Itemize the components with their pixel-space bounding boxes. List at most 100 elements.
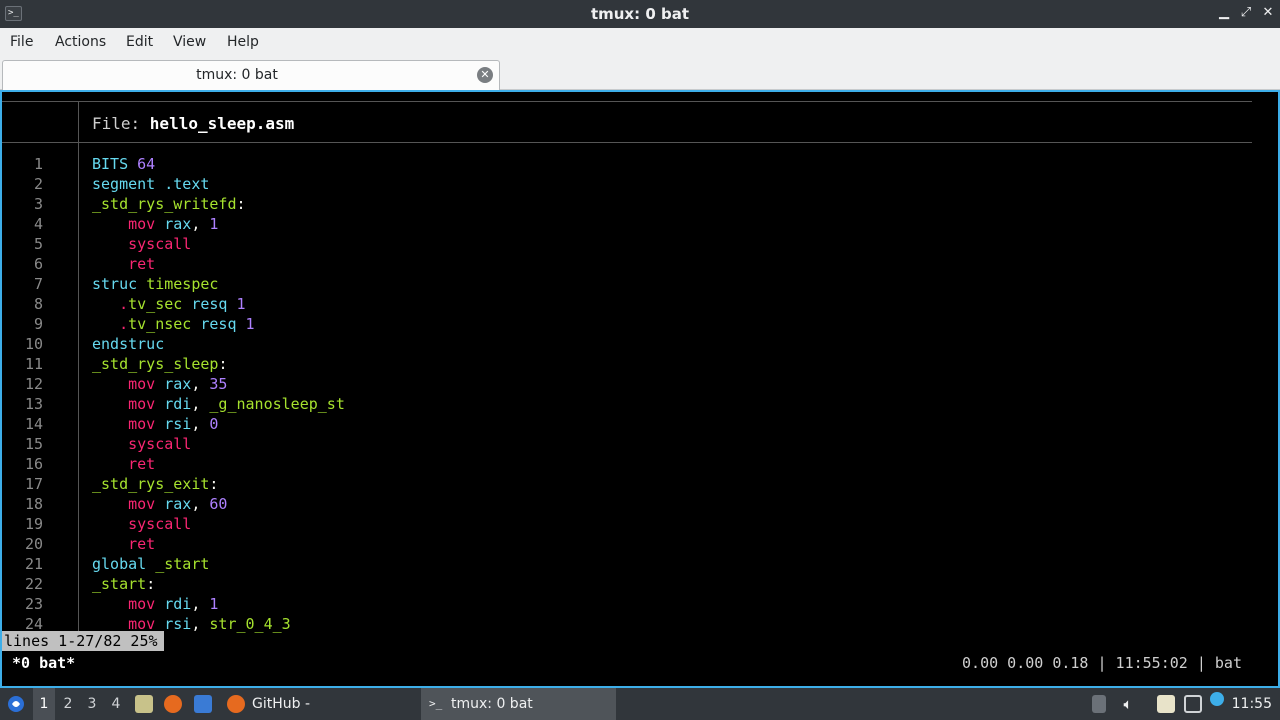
code-token: rax <box>155 375 192 393</box>
code-token: str_0_4_3 <box>209 615 291 633</box>
menu-help[interactable]: Help <box>227 34 259 50</box>
code-line: 4 mov rax, 1 <box>2 214 1242 234</box>
code-token: . <box>119 315 129 333</box>
line-number: 16 <box>24 455 43 473</box>
line-number: 18 <box>24 495 43 513</box>
line-number: 10 <box>24 335 43 353</box>
code-token: 1 <box>209 595 219 613</box>
code-token: segment .text <box>92 175 210 193</box>
minimize-icon[interactable]: ▁ <box>1216 5 1232 21</box>
code-token: _std_rys_sleep <box>92 355 219 373</box>
line-number: 2 <box>33 175 43 193</box>
code-text: mov rsi, 0 <box>92 414 218 434</box>
tab-bar: tmux: 0 bat ✕ <box>0 58 1280 90</box>
code-text: mov rdi, _g_nanosleep_st <box>92 394 345 414</box>
code-token: mov <box>128 595 156 613</box>
task-tmux[interactable]: >_ tmux: 0 bat <box>421 688 616 720</box>
code-token: mov <box>128 415 156 433</box>
tab-label: tmux: 0 bat <box>196 67 278 83</box>
code-token: _start <box>92 575 147 593</box>
line-number: 1 <box>33 155 43 173</box>
line-number: 13 <box>24 395 43 413</box>
desktop-2-button[interactable]: 2 <box>57 688 79 720</box>
show-desktop-icon[interactable] <box>194 695 212 713</box>
close-window-icon[interactable]: ✕ <box>1260 5 1276 21</box>
code-line: 18 mov rax, 60 <box>2 494 1242 514</box>
clock[interactable]: 11:55 <box>1232 688 1272 720</box>
task-github[interactable]: GitHub - Peltoche/lsd:... <box>222 688 418 720</box>
desktop-1-button[interactable]: 1 <box>33 688 55 720</box>
line-number: 9 <box>33 315 43 333</box>
pager-status: lines 1-27/82 25% <box>2 631 164 651</box>
code-token: rax <box>155 495 192 513</box>
code-token: , <box>191 395 210 413</box>
code-text: syscall <box>92 234 191 254</box>
code-token: syscall <box>128 435 192 453</box>
code-token: _start <box>155 555 210 573</box>
code-line: 5 syscall <box>2 234 1242 254</box>
code-token: struc <box>92 275 147 293</box>
start-menu-button[interactable] <box>4 688 28 720</box>
code-text: _std_rys_sleep: <box>92 354 227 374</box>
terminal-icon: >_ <box>429 697 443 710</box>
code-token: , <box>191 595 210 613</box>
code-token: mov <box>128 395 156 413</box>
code-token: endstruc <box>92 335 165 353</box>
code-token: , <box>191 615 210 633</box>
code-text: syscall <box>92 514 191 534</box>
code-token: 1 <box>236 295 246 313</box>
line-number: 5 <box>33 235 43 253</box>
code-token: mov <box>128 215 156 233</box>
tray-arrow-icon[interactable] <box>1092 695 1106 713</box>
line-number: 17 <box>24 475 43 493</box>
menu-edit[interactable]: Edit <box>126 34 153 50</box>
code-token: rax <box>155 215 192 233</box>
file-manager-icon[interactable] <box>135 695 153 713</box>
code-text: endstruc <box>92 334 164 354</box>
code-token: tv_sec <box>128 295 183 313</box>
code-line: 16 ret <box>2 454 1242 474</box>
line-number: 15 <box>24 435 43 453</box>
code-token: 35 <box>209 375 228 393</box>
desktop-4-button[interactable]: 4 <box>105 688 127 720</box>
line-number: 14 <box>24 415 43 433</box>
code-text: .tv_sec resq 1 <box>92 294 246 314</box>
code-line: 13 mov rdi, _g_nanosleep_st <box>2 394 1242 414</box>
code-text: syscall <box>92 434 191 454</box>
firefox-icon[interactable] <box>164 695 182 713</box>
app-menu-icon <box>8 696 24 712</box>
file-name: hello_sleep.asm <box>149 114 295 133</box>
line-number: 11 <box>24 355 43 373</box>
code-line: 19 syscall <box>2 514 1242 534</box>
maximize-icon[interactable]: ⤢ <box>1238 5 1254 21</box>
network-icon[interactable] <box>1184 695 1202 713</box>
code-line: 20 ret <box>2 534 1242 554</box>
code-line: 24 mov rsi, str_0_4_3 <box>2 614 1242 634</box>
tab-tmux[interactable]: tmux: 0 bat ✕ <box>2 60 500 90</box>
code-text: ret <box>92 454 155 474</box>
clipboard-icon[interactable] <box>1157 695 1175 713</box>
desktop-3-button[interactable]: 3 <box>81 688 103 720</box>
volume-icon[interactable]: 🔈︎ <box>1118 688 1138 720</box>
code-text: mov rax, 1 <box>92 214 218 234</box>
menu-file[interactable]: File <box>10 34 33 50</box>
code-line: 23 mov rdi, 1 <box>2 594 1242 614</box>
menu-bar: File Actions Edit View Help <box>0 28 1280 58</box>
close-tab-icon[interactable]: ✕ <box>477 67 493 83</box>
line-number: 20 <box>24 535 43 553</box>
code-line: 6 ret <box>2 254 1242 274</box>
terminal-view[interactable]: File: hello_sleep.asm 1 BITS 64 2 segment .… <box>0 90 1280 688</box>
menu-actions[interactable]: Actions <box>55 34 106 50</box>
window-title: tmux: 0 bat <box>590 5 690 23</box>
code-token: global <box>92 555 156 573</box>
code-token: 1 <box>209 215 219 233</box>
menu-view[interactable]: View <box>173 34 206 50</box>
notification-icon[interactable] <box>1210 692 1224 706</box>
